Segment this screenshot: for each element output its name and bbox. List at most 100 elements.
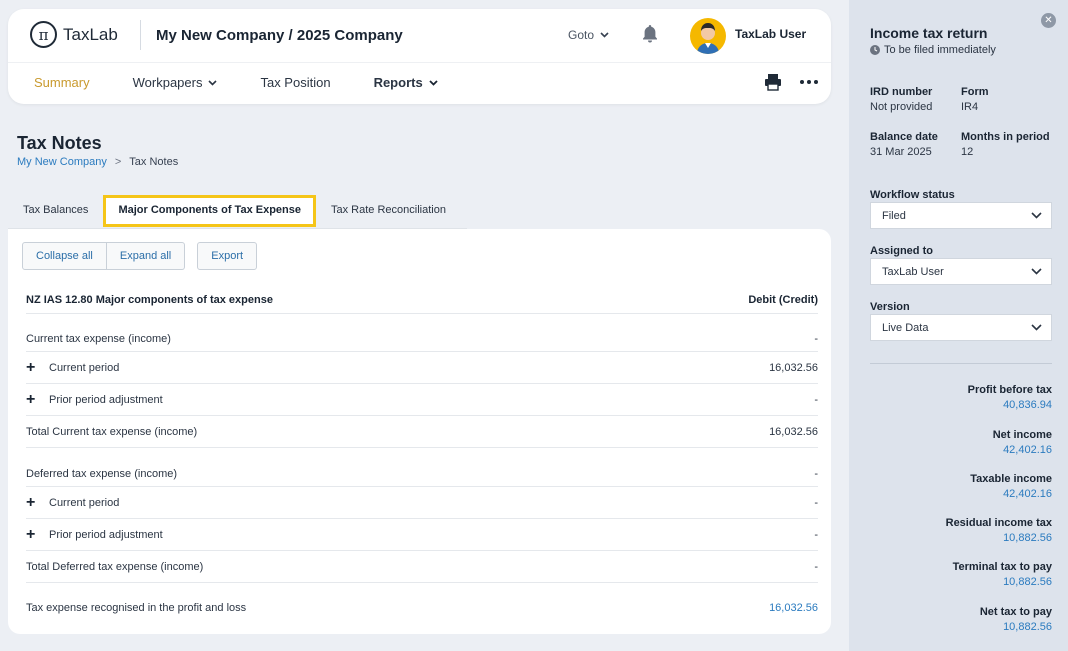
form-field: Form IR4 [961,86,989,113]
nav-reports[interactable]: Reports [374,75,438,90]
metric-label: Net income [992,429,1052,441]
metric-label: Terminal tax to pay [952,561,1052,573]
table-row: Current tax expense (income) - [26,314,818,352]
metric-value[interactable]: 10,882.56 [980,621,1052,633]
table-header-label: NZ IAS 12.80 Major components of tax exp… [26,293,273,306]
clock-icon [870,45,880,55]
metric-value[interactable]: 10,882.56 [946,532,1052,544]
table-row-total: Tax expense recognised in the profit and… [26,583,818,633]
row-value: - [814,332,818,345]
tab-major-components[interactable]: Major Components of Tax Expense [103,195,316,227]
row-value-link[interactable]: 16,032.56 [769,602,818,614]
sidebar-divider [870,363,1052,364]
page-title: Tax Notes [17,133,102,153]
workflow-status-value: Filed [882,209,906,222]
sidebar-title: Income tax return [870,25,988,41]
summary-sidebar: ✕ Income tax return To be filed immediat… [849,0,1068,651]
more-options-icon[interactable] [800,80,818,84]
bell-icon[interactable] [641,24,659,44]
metric-value[interactable]: 40,836.94 [968,399,1052,411]
workflow-status-select[interactable]: Filed [870,202,1052,229]
balance-date-value: 31 Mar 2025 [870,146,932,158]
ird-number-label: IRD number [870,86,933,98]
row-value: - [814,393,818,406]
row-label: Total Current tax expense (income) [26,425,198,438]
metric-terminal-tax: Terminal tax to pay 10,882.56 [953,561,1052,588]
row-value: - [814,560,818,573]
expand-plus-icon[interactable]: + [26,494,40,511]
table-row: Total Deferred tax expense (income) - [26,551,818,583]
row-label: Total Deferred tax expense (income) [26,560,204,573]
months-label: Months in period [961,131,1050,143]
assigned-to-select[interactable]: TaxLab User [870,258,1052,285]
metric-value[interactable]: 42,402.16 [993,444,1052,456]
months-value: 12 [961,146,974,158]
version-value: Live Data [882,321,929,334]
version-select[interactable]: Live Data [870,314,1052,341]
row-value: 16,032.56 [769,361,818,374]
taxlab-logo[interactable]: π TaxLab [30,21,118,48]
row-label: Tax expense recognised in the profit and… [26,602,247,614]
row-label: Current period [49,496,120,509]
table-row: Deferred tax expense (income) - [26,448,818,487]
tab-tax-rate-reconciliation[interactable]: Tax Rate Reconciliation [316,195,461,227]
nav-tax-position-label: Tax Position [260,75,331,90]
table-row: + Current period 16,032.56 [26,352,818,384]
chevron-down-icon [1031,268,1042,275]
nav-summary-label: Summary [34,75,90,90]
nav-reports-label: Reports [373,75,423,90]
main-panel: Collapse all Expand all Export NZ IAS 12… [8,229,831,634]
header-separator [8,62,831,63]
chevron-down-icon [1031,212,1042,219]
row-label: Current period [49,361,120,374]
metric-profit-before-tax: Profit before tax 40,836.94 [968,384,1052,411]
metric-taxable-income: Taxable income 42,402.16 [970,473,1052,500]
collapse-all-button[interactable]: Collapse all [22,242,107,270]
breadcrumb-current: Tax Notes [129,156,179,168]
row-value: - [814,496,818,509]
metric-label: Net tax to pay [979,606,1052,618]
row-value: - [814,467,818,480]
balance-date-field: Balance date 31 Mar 2025 [870,131,938,158]
filing-status: To be filed immediately [870,44,996,56]
main-nav: Summary Workpapers Tax Position Reports [34,75,481,90]
row-label: Prior period adjustment [49,393,163,406]
ird-number-field: IRD number Not provided [870,86,932,113]
print-icon[interactable] [764,73,782,91]
user-name[interactable]: TaxLab User [735,27,806,41]
expand-plus-icon[interactable]: + [26,526,40,543]
goto-dropdown[interactable]: Goto [568,28,609,42]
tab-tax-balances[interactable]: Tax Balances [8,195,103,227]
chevron-down-icon [208,79,218,86]
table-row: + Prior period adjustment - [26,384,818,416]
metric-value[interactable]: 42,402.16 [970,488,1052,500]
nav-tax-position[interactable]: Tax Position [260,75,330,90]
metric-residual-income-tax: Residual income tax 10,882.56 [946,517,1052,544]
form-label: Form [961,86,989,98]
table-row: + Current period - [26,487,818,519]
expand-all-button[interactable]: Expand all [106,242,186,270]
expand-plus-icon[interactable]: + [26,359,40,376]
chevron-down-icon [1031,324,1042,331]
nav-workpapers[interactable]: Workpapers [133,75,218,90]
assigned-to-label: Assigned to [870,245,933,257]
chevron-down-icon [429,79,438,86]
row-value: 16,032.56 [769,425,818,438]
breadcrumb-separator: > [114,156,122,168]
pi-logo-icon: π [30,21,57,48]
avatar[interactable] [690,18,726,54]
action-buttons: Collapse all Expand all Export [22,242,258,270]
metric-net-tax: Net tax to pay 10,882.56 [980,606,1052,633]
export-button[interactable]: Export [197,242,258,270]
breadcrumb-company-link[interactable]: My New Company [17,156,107,168]
nav-summary[interactable]: Summary [34,75,90,90]
version-label: Version [870,301,910,313]
row-value: - [814,528,818,541]
close-icon[interactable]: ✕ [1041,13,1056,28]
metric-value[interactable]: 10,882.56 [953,576,1052,588]
metric-label: Taxable income [970,473,1052,485]
row-label: Current tax expense (income) [26,332,171,345]
form-value: IR4 [961,101,979,113]
expand-plus-icon[interactable]: + [26,391,40,408]
assigned-to-value: TaxLab User [882,265,944,278]
